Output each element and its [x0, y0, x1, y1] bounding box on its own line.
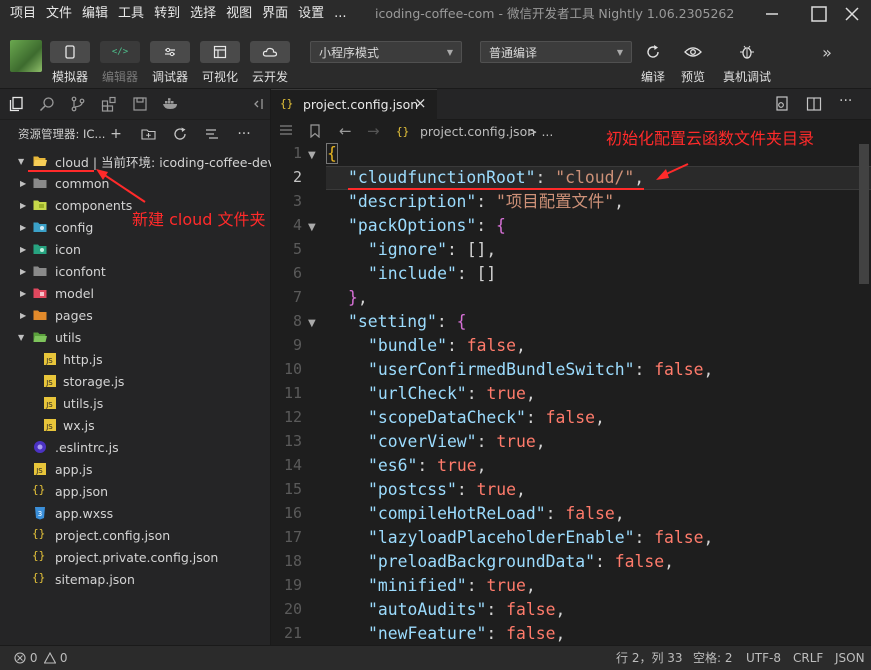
errors-count: 0 — [29, 651, 38, 665]
error-icon — [14, 652, 26, 664]
warnings-count: 0 — [59, 651, 68, 665]
encoding-status[interactable]: UTF-8 — [746, 646, 781, 670]
eol-status[interactable]: CRLF — [793, 646, 823, 670]
errors-status[interactable]: 0 — [14, 646, 37, 670]
indentation-status[interactable]: 空格: 2 — [693, 646, 733, 670]
warnings-status[interactable]: 0 — [43, 646, 68, 670]
status-bar: 0 0 行 2，列 33 空格: 2 UTF-8 CRLF JSON — [0, 645, 871, 670]
warning-icon — [43, 651, 57, 664]
cursor-position[interactable]: 行 2，列 33 — [616, 646, 683, 670]
language-status[interactable]: JSON — [835, 646, 865, 670]
annotation-arrows — [96, 163, 689, 203]
